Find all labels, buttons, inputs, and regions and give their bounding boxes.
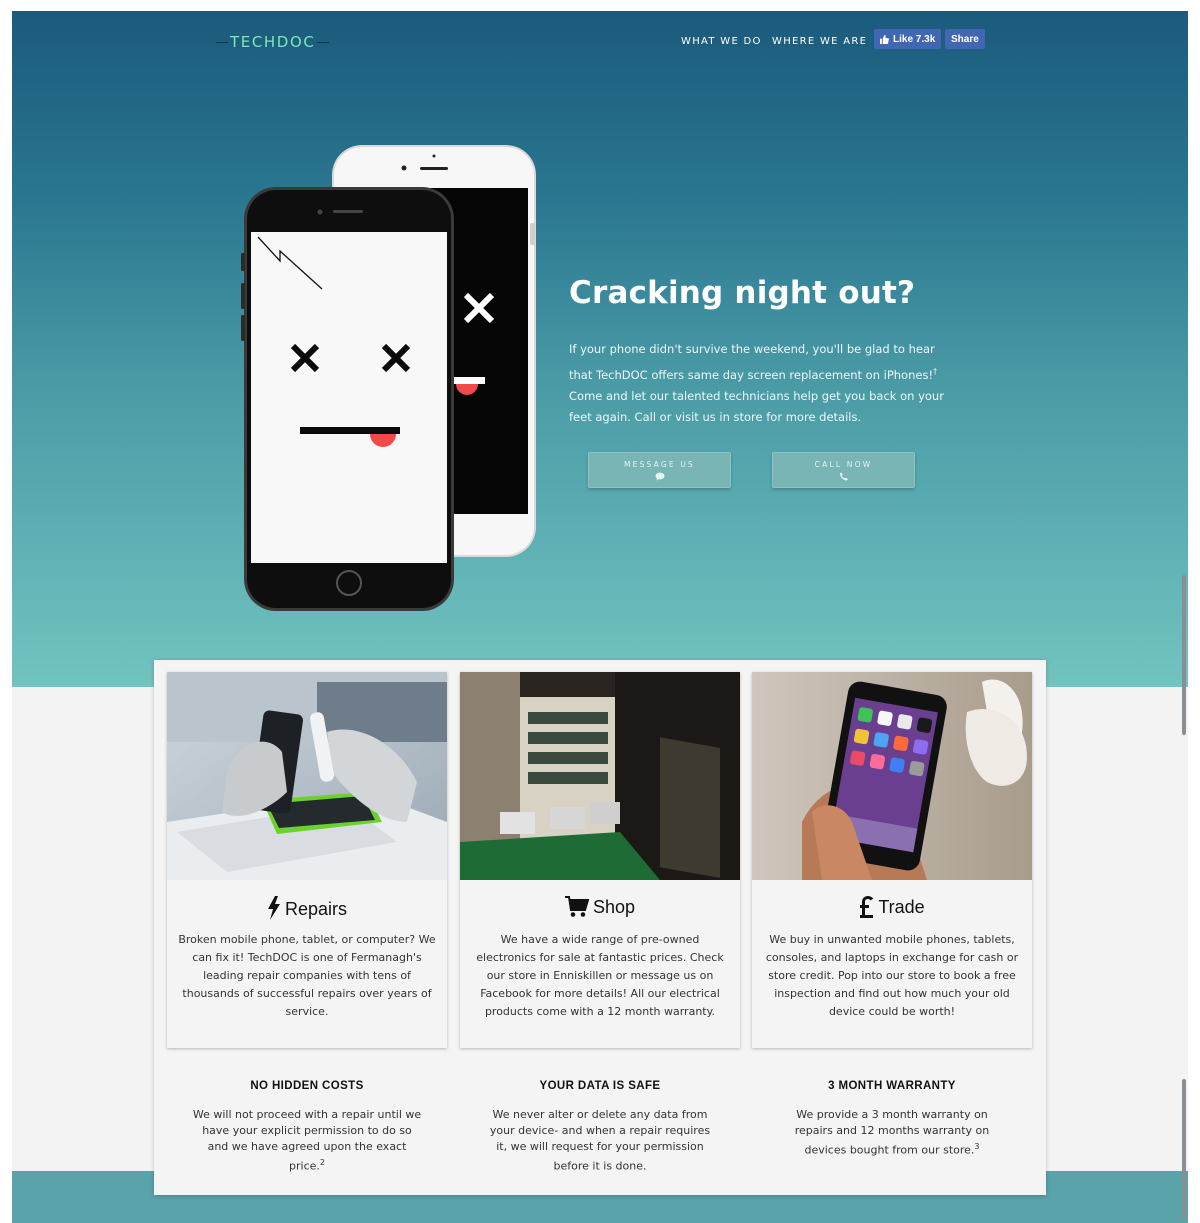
call-now-button[interactable]: CALL NOW	[772, 452, 915, 488]
black-iphone-graphic	[241, 187, 454, 611]
technician-repairing-phone-photo	[167, 672, 447, 880]
shop-title-row: Shop	[460, 896, 740, 918]
feature-text: We will not proceed with a repair until …	[192, 1108, 422, 1173]
shopping-cart-icon	[564, 896, 589, 917]
message-us-label: MESSAGE US	[623, 460, 696, 469]
thumbs-up-icon	[880, 34, 889, 44]
feature-title: 3 MONTH WARRANTY	[828, 1080, 956, 1092]
scrollbar-thumb[interactable]	[1182, 575, 1186, 735]
nav-link-where-we-are[interactable]: WHERE WE ARE	[772, 36, 867, 47]
pound-sign-icon	[860, 896, 874, 918]
hero-section: TECHDOC WHAT WE DO WHERE WE ARE Like 7.3…	[12, 11, 1188, 687]
shop-description: We have a wide range of pre-owned electr…	[476, 933, 724, 1018]
hero-description: If your phone didn't survive the weekend…	[569, 342, 944, 425]
call-now-label: CALL NOW	[814, 460, 873, 469]
shop-title: Shop	[592, 897, 636, 917]
services-panel: Repairs Broken mobile phone, tablet, or …	[154, 660, 1046, 1195]
repairs-title: Repairs	[284, 899, 348, 919]
scrollbar-thumb-secondary[interactable]	[1182, 1079, 1186, 1219]
facebook-like-label: Like 7.3k	[893, 33, 936, 45]
hero-title: Cracking night out?	[569, 275, 916, 311]
feature-title: NO HIDDEN COSTS	[250, 1080, 364, 1092]
shop-card: Shop We have a wide range of pre-owned e…	[460, 672, 740, 1048]
chat-icon	[654, 472, 665, 481]
feature-text: We provide a 3 month warranty on repairs…	[794, 1108, 990, 1157]
repairs-card: Repairs Broken mobile phone, tablet, or …	[167, 672, 447, 1048]
facebook-share-label: Share	[951, 33, 979, 45]
repairs-title-row: Repairs	[167, 896, 447, 920]
feature-no-hidden-costs: NO HIDDEN COSTS We will not proceed with…	[167, 1080, 447, 1175]
lightning-icon	[267, 896, 280, 920]
trade-card: Trade We buy in unwanted mobile phones, …	[752, 672, 1032, 1048]
phone-icon	[839, 472, 848, 481]
message-us-button[interactable]: MESSAGE US	[588, 452, 731, 488]
feature-warranty: 3 MONTH WARRANTY We provide a 3 month wa…	[752, 1080, 1032, 1159]
nav-link-what-we-do[interactable]: WHAT WE DO	[681, 36, 762, 47]
store-interior-photo	[460, 672, 740, 880]
trade-title: Trade	[878, 897, 925, 917]
trade-description: We buy in unwanted mobile phones, tablet…	[765, 933, 1019, 1018]
trade-title-row: Trade	[752, 896, 1032, 918]
feature-data-safe: YOUR DATA IS SAFE We never alter or dele…	[460, 1080, 740, 1175]
hand-holding-iphone-photo	[752, 672, 1032, 880]
page-frame: TECHDOC WHAT WE DO WHERE WE ARE Like 7.3…	[12, 11, 1188, 1223]
feature-text: We never alter or delete any data from y…	[489, 1108, 711, 1173]
repairs-description: Broken mobile phone, tablet, or computer…	[178, 933, 436, 1018]
broken-phones-illustration	[241, 145, 536, 611]
facebook-share-button[interactable]: Share	[945, 29, 985, 49]
scrollbar[interactable]	[1180, 11, 1188, 1223]
feature-title: YOUR DATA IS SAFE	[539, 1080, 661, 1092]
facebook-like-button[interactable]: Like 7.3k	[874, 29, 942, 49]
site-logo[interactable]: TECHDOC	[214, 33, 331, 51]
